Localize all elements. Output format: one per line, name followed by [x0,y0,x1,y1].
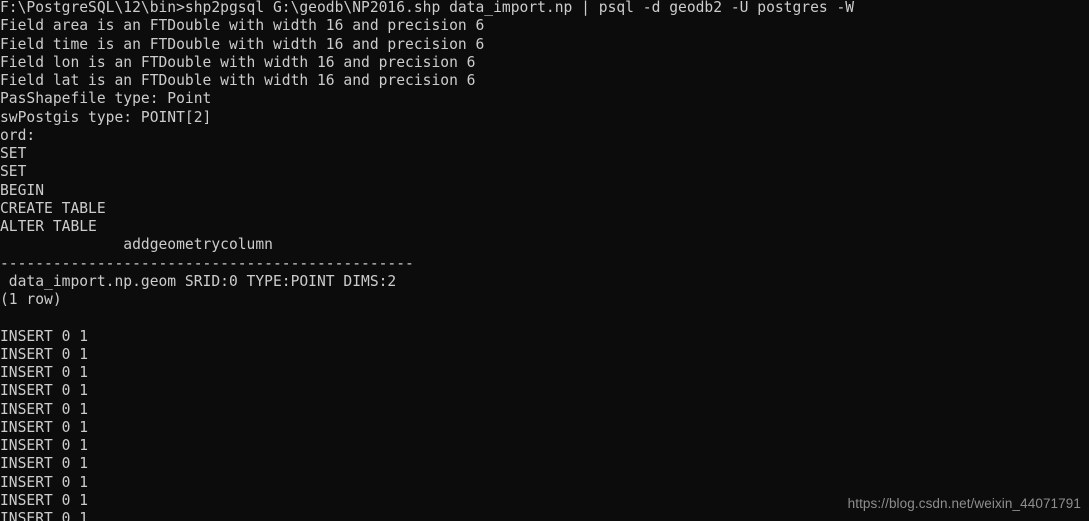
console-line: ord: [0,125,36,144]
console-line: Field lat is an FTDouble with width 16 a… [0,71,476,89]
console-line: ----------------------------------------… [0,253,414,272]
console-line: INSERT 0 1 [0,363,89,381]
console-line: CREATE TABLE [0,198,106,217]
console-line: BEGIN [0,180,45,199]
console-line: INSERT 0 1 [0,436,89,454]
console-line: INSERT 0 1 [0,454,89,473]
terminal-window[interactable]: F:\PostgreSQL\12\bin>shp2pgsql G:\geodb\… [0,0,1089,521]
console-line: Field time is an FTDouble with width 16 … [0,34,485,53]
console-line: Field lon is an FTDouble with width 16 a… [0,52,476,71]
console-line: swPostgis type: POINT[2] [0,107,212,126]
console-line: Field area is an FTDouble with width 16 … [0,16,485,35]
console-line: PasShapefile type: Point [0,89,212,108]
console-line: INSERT 0 1 [0,381,89,400]
console-line: (1 row) [0,290,62,308]
console-line: SET [0,162,27,181]
console-line: INSERT 0 1 [0,417,89,436]
console-line: INSERT 0 1 [0,472,89,491]
console-line: data_import.np.geom SRID:0 TYPE:POINT DI… [0,271,397,290]
console-line: INSERT 0 1 [0,326,89,345]
console-line: SET [0,144,27,162]
console-line: ALTER TABLE [0,217,97,235]
console-line: INSERT 0 1 [0,399,89,418]
console-output: F:\PostgreSQL\12\bin>shp2pgsql G:\geodb\… [0,0,1089,521]
console-line: INSERT 0 1 [0,344,89,363]
console-line: F:\PostgreSQL\12\bin>shp2pgsql G:\geodb\… [0,0,855,16]
watermark-url: https://blog.csdn.net/weixin_44071791 [847,496,1081,511]
console-line: addgeometrycolumn [0,235,273,254]
